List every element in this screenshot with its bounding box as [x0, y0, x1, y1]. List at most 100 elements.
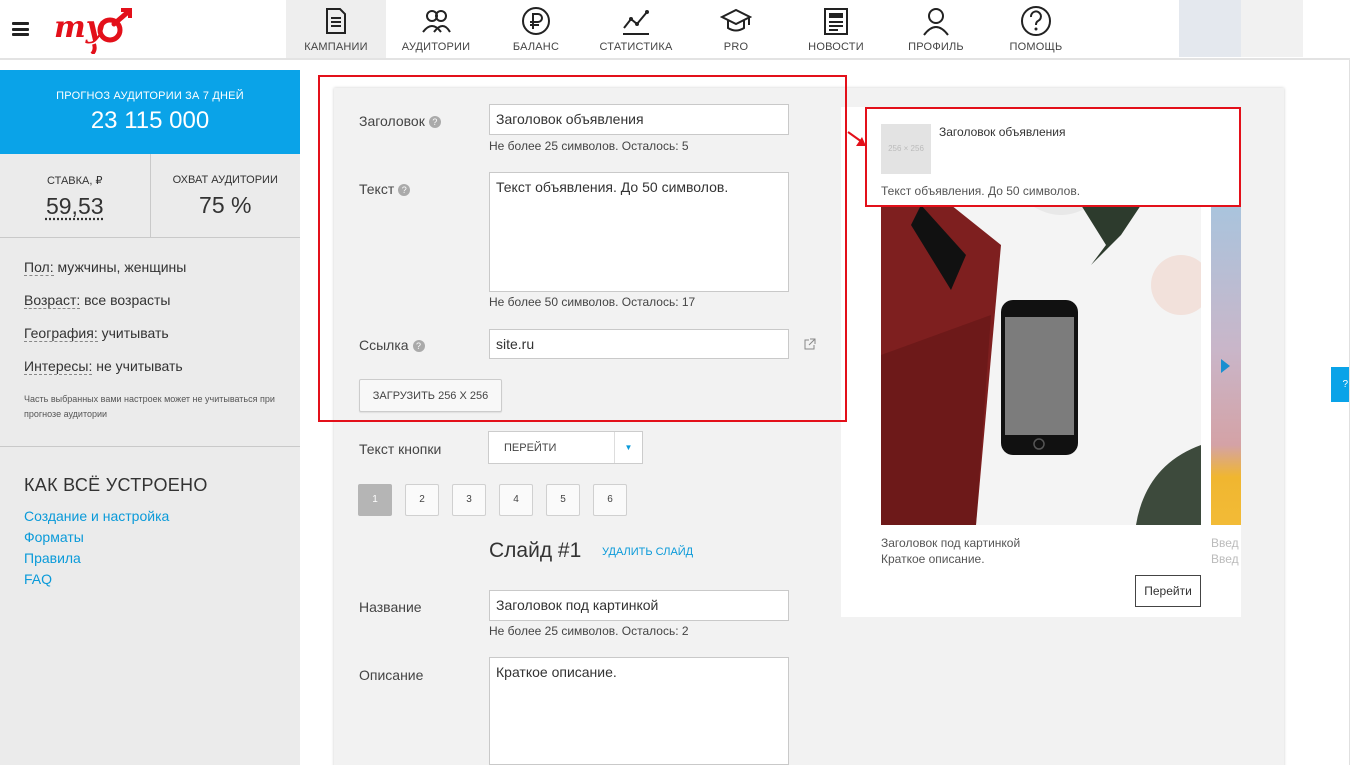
next-caption-description: Введ: [1211, 551, 1241, 567]
text-textarea[interactable]: Текст объявления. До 50 символов.: [489, 172, 789, 292]
graduation-cap-icon: [720, 5, 752, 37]
main-nav: КАМПАНИИ АУДИТОРИИ БАЛАНС СТАТИСТИКА PRO…: [286, 0, 1086, 58]
menu-icon[interactable]: [12, 22, 29, 36]
text-label-text: Текст: [359, 181, 394, 197]
title-hint: Не более 25 символов. Осталось: 5: [489, 139, 689, 153]
sidebar: ПРОГНОЗ АУДИТОРИИ ЗА 7 ДНЕЙ 23 115 000 С…: [0, 70, 300, 765]
preview-title: Заголовок объявления: [939, 125, 1066, 139]
reach-label: ОХВАТ АУДИТОРИИ: [151, 174, 301, 186]
nav-label: КАМПАНИИ: [286, 41, 386, 53]
preview-caption: Заголовок под картинкой Краткое описание…: [881, 535, 1020, 567]
nav-label: НОВОСТИ: [786, 41, 886, 53]
nav-statistics[interactable]: СТАТИСТИКА: [586, 0, 686, 58]
news-icon: [820, 5, 852, 37]
setting-value: мужчины, женщины: [58, 259, 187, 275]
slide-tab-4[interactable]: 4: [499, 484, 533, 516]
text-label: Текст?: [359, 181, 410, 197]
reach-value: 75 %: [151, 192, 301, 219]
title-label-text: Заголовок: [359, 113, 425, 129]
setting-key: Пол:: [24, 259, 54, 276]
description-textarea[interactable]: Краткое описание.: [489, 657, 789, 765]
button-text-label: Текст кнопки: [359, 441, 441, 457]
slide-tab-1[interactable]: 1: [358, 484, 392, 516]
setting-geo[interactable]: География: учитывать: [24, 324, 276, 343]
slide-tab-2[interactable]: 2: [405, 484, 439, 516]
nav-label: СТАТИСТИКА: [586, 41, 686, 53]
targeting-summary: Пол: мужчины, женщины Возраст: все возра…: [0, 238, 300, 447]
nav-label: АУДИТОРИИ: [386, 41, 486, 53]
link-setup[interactable]: Создание и настройка: [24, 506, 276, 527]
nav-label: PRO: [686, 41, 786, 53]
preview-slide-image: [881, 205, 1201, 525]
feedback-tab[interactable]: ?: [1331, 367, 1350, 402]
slide-tab-5[interactable]: 5: [546, 484, 580, 516]
profile-icon: [920, 5, 952, 37]
caption-title: Заголовок под картинкой: [881, 535, 1020, 551]
howto-title: КАК ВСЁ УСТРОЕНО: [24, 475, 276, 496]
help-icon[interactable]: ?: [429, 116, 441, 128]
link-formats[interactable]: Форматы: [24, 527, 276, 548]
link-rules[interactable]: Правила: [24, 548, 276, 569]
slide-title: Слайд #1: [489, 539, 581, 563]
upload-image-button[interactable]: ЗАГРУЗИТЬ 256 X 256: [359, 379, 502, 412]
top-bar: my КАМПАНИИ АУДИТОРИИ БАЛАНС СТАТИСТИКА …: [0, 0, 1350, 60]
account-block[interactable]: [1179, 0, 1241, 57]
text-hint: Не более 50 символов. Осталось: 17: [489, 295, 695, 309]
setting-value: все возрасты: [84, 292, 170, 308]
preview-cta-button[interactable]: Перейти: [1135, 575, 1201, 607]
setting-interests[interactable]: Интересы: не учитывать: [24, 357, 276, 376]
name-input[interactable]: Заголовок под картинкой: [489, 590, 789, 621]
help-icon[interactable]: ?: [413, 340, 425, 352]
button-text-select[interactable]: ПЕРЕЙТИ ▼: [488, 431, 643, 464]
mytarget-logo[interactable]: my: [54, 4, 136, 59]
campaigns-icon: [320, 5, 352, 37]
next-slide-arrow-icon[interactable]: [1221, 359, 1230, 373]
preview-thumbnail: 256 × 256: [881, 124, 931, 174]
setting-key: Возраст:: [24, 292, 80, 309]
caption-description: Краткое описание.: [881, 551, 1020, 567]
setting-age[interactable]: Возраст: все возрасты: [24, 291, 276, 310]
setting-gender[interactable]: Пол: мужчины, женщины: [24, 258, 276, 277]
preview-text: Текст объявления. До 50 символов.: [881, 184, 1080, 198]
setting-value: учитывать: [102, 325, 169, 341]
forecast-value: 23 115 000: [0, 107, 300, 135]
chevron-down-icon[interactable]: ▼: [614, 432, 642, 463]
slide-tab-3[interactable]: 3: [452, 484, 486, 516]
external-link-icon[interactable]: [804, 338, 816, 350]
link-input[interactable]: site.ru: [489, 329, 789, 359]
forecast-title: ПРОГНОЗ АУДИТОРИИ ЗА 7 ДНЕЙ: [0, 70, 300, 102]
nav-campaigns[interactable]: КАМПАНИИ: [286, 0, 386, 58]
nav-label: ПОМОЩЬ: [986, 41, 1086, 53]
setting-value: не учитывать: [96, 358, 182, 374]
next-caption-title: Введ: [1211, 535, 1241, 551]
bid-label: СТАВКА, ₽: [0, 174, 150, 187]
link-faq[interactable]: FAQ: [24, 569, 276, 590]
account-block-secondary[interactable]: [1241, 0, 1303, 57]
select-value: ПЕРЕЙТИ: [504, 442, 556, 454]
title-input[interactable]: Заголовок объявления: [489, 104, 789, 135]
nav-profile[interactable]: ПРОФИЛЬ: [886, 0, 986, 58]
setting-key: География:: [24, 325, 98, 342]
howto-section: КАК ВСЁ УСТРОЕНО Создание и настройка Фо…: [0, 447, 300, 590]
link-label-text: Ссылка: [359, 337, 409, 353]
bid-value[interactable]: 59,53: [0, 193, 150, 220]
slide-tab-6[interactable]: 6: [593, 484, 627, 516]
audiences-icon: [420, 5, 452, 37]
nav-help[interactable]: ПОМОЩЬ: [986, 0, 1086, 58]
title-label: Заголовок?: [359, 113, 441, 129]
help-icon[interactable]: ?: [398, 184, 410, 196]
stats-row: СТАВКА, ₽ 59,53 ОХВАТ АУДИТОРИИ 75 %: [0, 154, 300, 238]
nav-pro[interactable]: PRO: [686, 0, 786, 58]
delete-slide-link[interactable]: УДАЛИТЬ СЛАЙД: [602, 546, 693, 558]
ruble-icon: [520, 5, 552, 37]
name-label: Название: [359, 599, 422, 615]
nav-audiences[interactable]: АУДИТОРИИ: [386, 0, 486, 58]
name-hint: Не более 25 символов. Осталось: 2: [489, 624, 689, 638]
phone-on-desk-image: [881, 205, 1201, 525]
nav-balance[interactable]: БАЛАНС: [486, 0, 586, 58]
nav-news[interactable]: НОВОСТИ: [786, 0, 886, 58]
next-slide-caption: Введ Введ: [1211, 535, 1241, 567]
arrow-icon: [846, 130, 870, 150]
link-label: Ссылка?: [359, 337, 425, 353]
ad-preview: 256 × 256 Заголовок объявления Текст объ…: [841, 107, 1241, 617]
